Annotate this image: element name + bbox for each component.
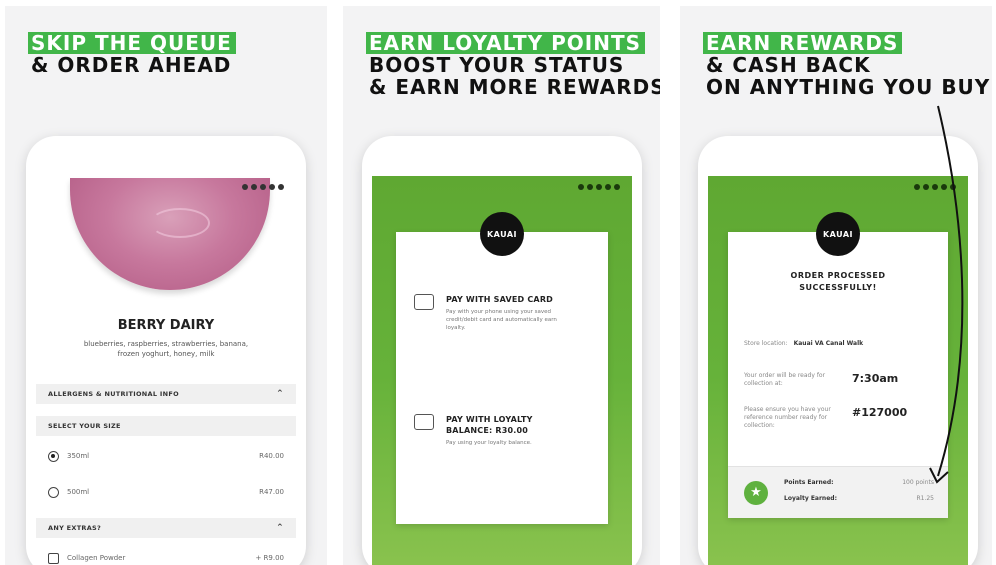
radio-unselected-icon[interactable]	[48, 486, 59, 498]
kauai-logo: KAUAI	[480, 212, 524, 256]
pay-saved-card-option[interactable]: PAY WITH SAVED CARD Pay with your phone …	[414, 294, 576, 332]
headline-highlight: EARN LOYALTY POINTS	[366, 32, 646, 54]
extras-section-header[interactable]: ANY EXTRAS? ⌃	[36, 518, 296, 538]
product-description: blueberries, raspberries, strawberries, …	[83, 340, 249, 358]
payment-options-card: PAY WITH SAVED CARD Pay with your phone …	[396, 232, 608, 524]
extra-option-price: + R9.00	[255, 554, 284, 562]
size-option-price: R47.00	[259, 488, 284, 496]
headline-line: BOOST YOUR STATUS	[369, 53, 625, 77]
pay-loyalty-option[interactable]: PAY WITH LOYALTY BALANCE: R30.00 Pay usi…	[414, 414, 566, 447]
extras-label: ANY EXTRAS?	[48, 524, 102, 532]
chevron-up-icon: ⌃	[276, 523, 284, 533]
checkbox-icon[interactable]	[48, 552, 59, 564]
product-image	[70, 178, 270, 290]
product-name: BERRY DAIRY	[117, 318, 215, 333]
chevron-up-icon: ⌃	[276, 389, 284, 399]
product-screen: BERRY DAIRY blueberries, raspberries, st…	[36, 176, 296, 565]
promo-panel-loyalty: EARN LOYALTY POINTS BOOST YOUR STATUS & …	[343, 6, 660, 565]
pay-saved-desc: Pay with your phone using your saved cre…	[446, 309, 557, 331]
promo-panel-order-ahead: SKIP THE QUEUE & ORDER AHEAD BERRY DAIRY…	[5, 6, 327, 565]
phone-mockup: KAUAI PAY WITH SAVED CARD Pay with your …	[362, 136, 642, 565]
pay-loyalty-title: PAY WITH LOYALTY BALANCE: R30.00	[446, 415, 533, 435]
pay-loyalty-desc: Pay using your loyalty balance.	[446, 440, 532, 446]
wallet-icon	[414, 414, 434, 430]
radio-selected-icon[interactable]	[48, 450, 59, 462]
extra-option-label: Collagen Powder	[67, 554, 126, 562]
headline: EARN LOYALTY POINTS BOOST YOUR STATUS & …	[366, 32, 660, 99]
size-label: SELECT YOUR SIZE	[48, 422, 121, 430]
size-option-label: 500ml	[67, 488, 90, 496]
headline-line: & EARN MORE REWARDS	[369, 75, 660, 99]
kauai-logo: KAUAI	[816, 212, 860, 256]
allergens-label: ALLERGENS & NUTRITIONAL INFO	[48, 390, 179, 398]
status-bar-icons	[242, 184, 284, 190]
headline-highlight: SKIP THE QUEUE	[28, 32, 236, 54]
extra-option-collagen[interactable]: Collagen Powder + R9.00	[36, 546, 296, 565]
phone-mockup: BERRY DAIRY blueberries, raspberries, st…	[26, 136, 306, 565]
headline: SKIP THE QUEUE & ORDER AHEAD	[28, 32, 236, 77]
payment-screen: KAUAI PAY WITH SAVED CARD Pay with your …	[372, 176, 632, 565]
allergens-section-header[interactable]: ALLERGENS & NUTRITIONAL INFO ⌃	[36, 384, 296, 404]
pay-saved-title: PAY WITH SAVED CARD	[446, 295, 554, 304]
size-section-header: SELECT YOUR SIZE	[36, 416, 296, 436]
headline-line: & ORDER AHEAD	[31, 53, 232, 77]
status-bar-icons	[578, 184, 620, 190]
size-option-label: 350ml	[67, 452, 90, 460]
size-option-350ml[interactable]: 350ml R40.00	[36, 444, 296, 468]
promo-panel-rewards: EARN REWARDS & CASH BACK ON ANYTHING YOU…	[680, 6, 992, 565]
size-option-500ml[interactable]: 500ml R47.00	[36, 480, 296, 504]
size-option-price: R40.00	[259, 452, 284, 460]
saved-card-icon	[414, 294, 434, 310]
pointer-arrow-icon	[929, 105, 964, 484]
